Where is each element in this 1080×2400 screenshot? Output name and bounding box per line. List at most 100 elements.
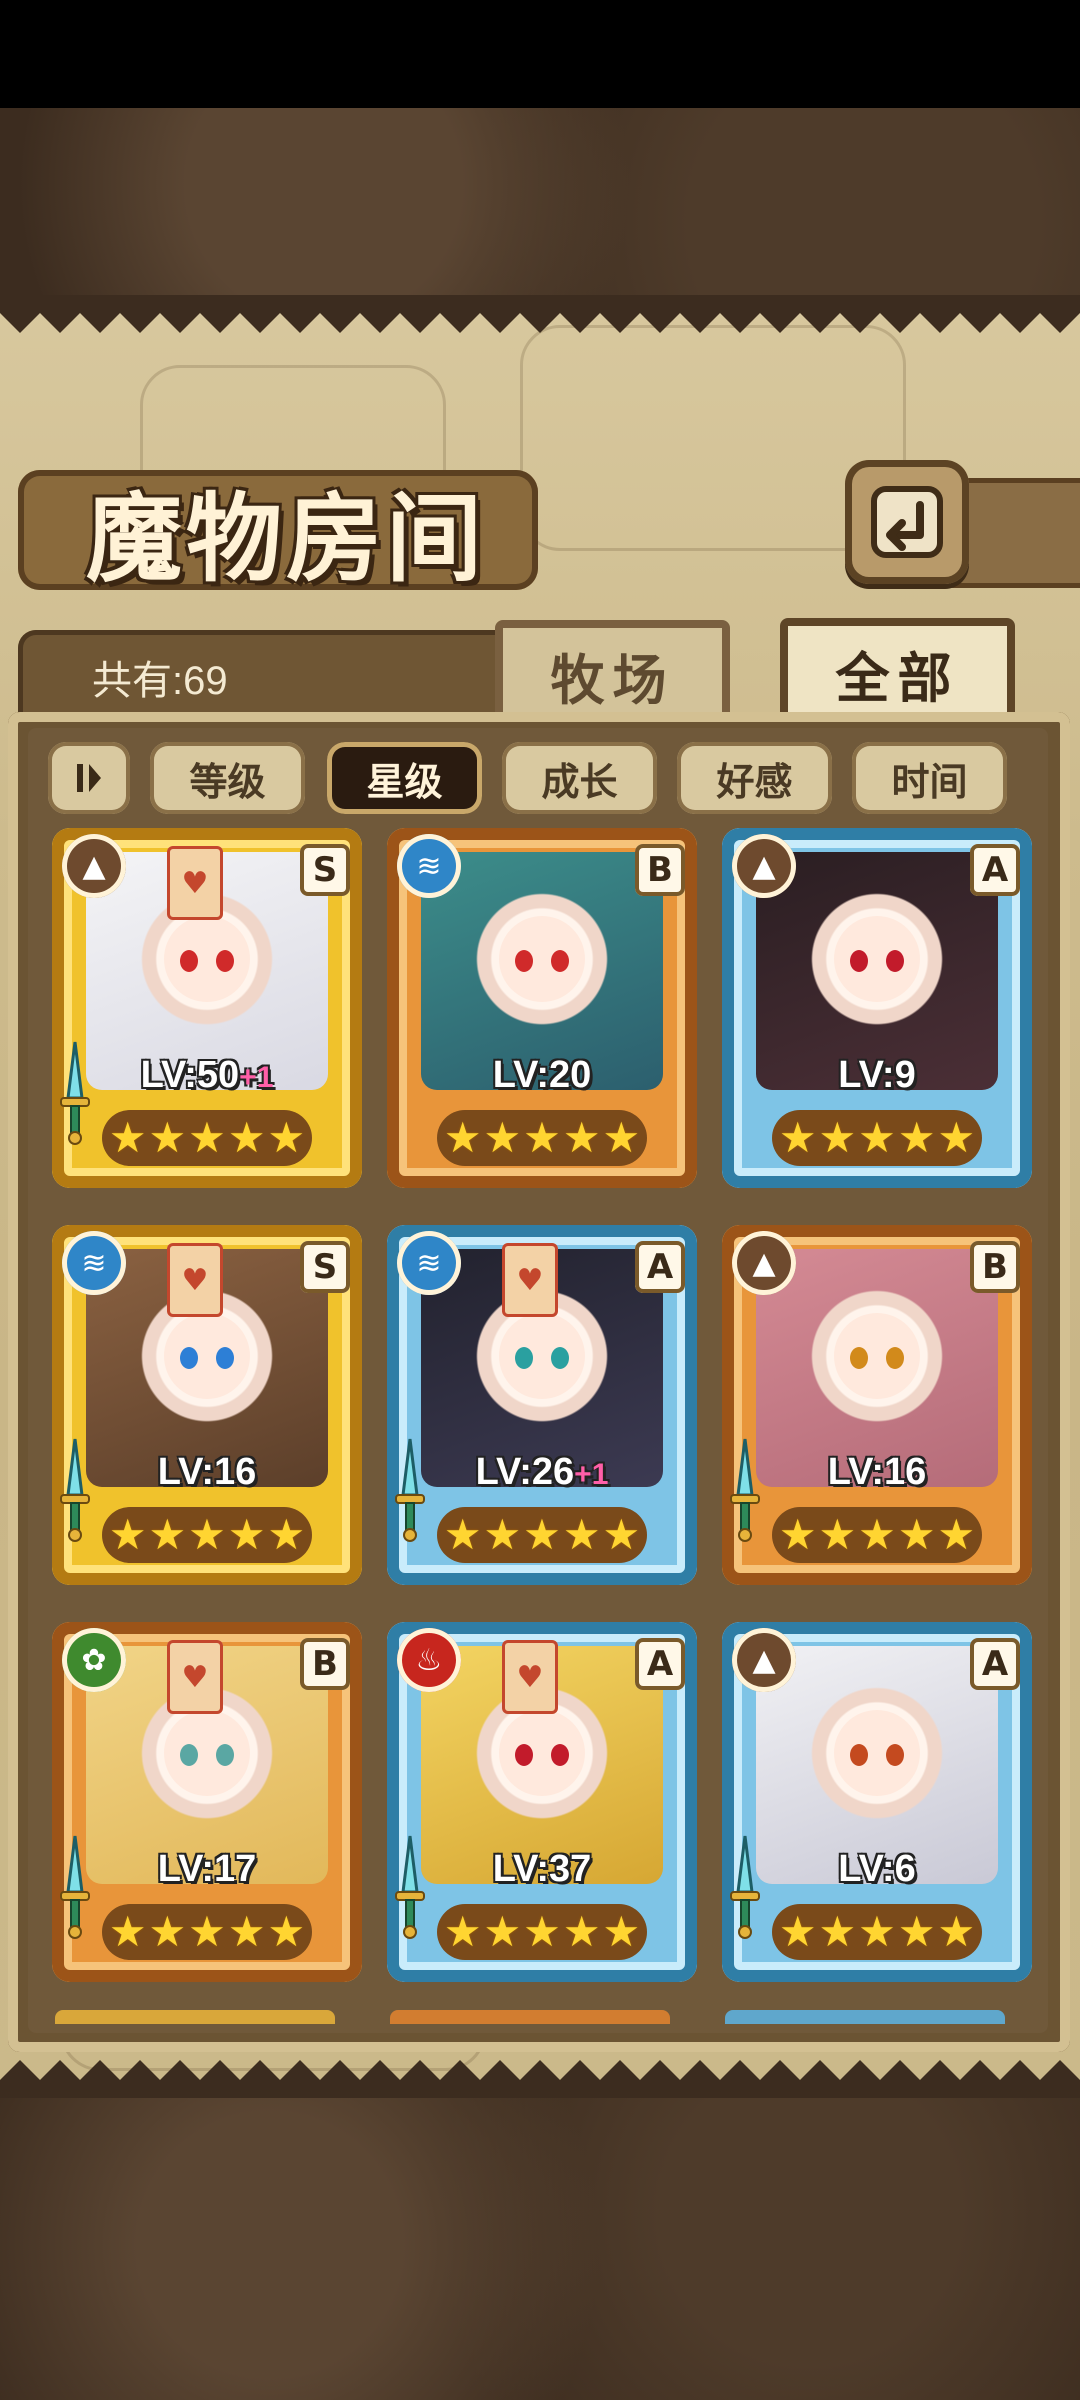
star-icon: ★ bbox=[562, 1510, 601, 1559]
star-icon: ★ bbox=[443, 1907, 482, 1956]
star-icon: ★ bbox=[483, 1907, 522, 1956]
star-icon: ★ bbox=[562, 1907, 601, 1956]
star-icon: ★ bbox=[818, 1907, 857, 1956]
star-icon: ★ bbox=[267, 1113, 306, 1162]
monster-face bbox=[499, 916, 585, 1002]
monster-card[interactable]: ♥ ≋ A LV:26+1 ★ ★ ★ ★ ★ bbox=[387, 1225, 697, 1585]
monster-eye bbox=[551, 1347, 569, 1369]
monster-card[interactable]: ≋ B LV:20 ★ ★ ★ ★ ★ bbox=[387, 828, 697, 1188]
water-element-icon: ≋ bbox=[397, 834, 461, 898]
star-icon: ★ bbox=[858, 1907, 896, 1956]
monster-face bbox=[834, 1710, 920, 1796]
filter-level[interactable]: 等级 bbox=[150, 742, 305, 814]
star-rating: ★ ★ ★ ★ ★ bbox=[437, 1904, 647, 1960]
level-bonus: +1 bbox=[239, 1061, 274, 1094]
star-icon: ★ bbox=[897, 1510, 936, 1559]
star-icon: ★ bbox=[937, 1113, 976, 1162]
star-icon: ★ bbox=[778, 1907, 817, 1956]
star-rating: ★ ★ ★ ★ ★ bbox=[102, 1904, 312, 1960]
sort-order-button[interactable] bbox=[48, 742, 130, 814]
seal-talisman-icon: ♥ bbox=[502, 1640, 558, 1714]
star-rating: ★ ★ ★ ★ ★ bbox=[437, 1507, 647, 1563]
monster-eye bbox=[850, 950, 868, 972]
water-element-icon: ≋ bbox=[62, 1231, 126, 1295]
star-rating: ★ ★ ★ ★ ★ bbox=[772, 1904, 982, 1960]
monster-level: LV:16 bbox=[827, 1451, 927, 1493]
monster-card[interactable]: ♥ ✿ B LV:17 ★ ★ ★ ★ ★ bbox=[52, 1622, 362, 1982]
monster-card[interactable]: ▲ A LV:9 ★ ★ ★ ★ ★ bbox=[722, 828, 1032, 1188]
star-rating: ★ ★ ★ ★ ★ bbox=[102, 1110, 312, 1166]
seal-talisman-icon: ♥ bbox=[167, 1243, 223, 1317]
monster-face bbox=[499, 1313, 585, 1399]
seal-talisman-icon: ♥ bbox=[502, 1243, 558, 1317]
monster-eye bbox=[850, 1744, 868, 1766]
monster-card[interactable]: ♥ ≋ S LV:16 ★ ★ ★ ★ ★ bbox=[52, 1225, 362, 1585]
rank-badge: A bbox=[970, 1638, 1020, 1690]
monster-eye bbox=[886, 1744, 904, 1766]
monster-level: LV:16 bbox=[157, 1451, 257, 1493]
star-icon: ★ bbox=[483, 1510, 522, 1559]
earth-element-icon: ▲ bbox=[732, 1231, 796, 1295]
star-icon: ★ bbox=[148, 1113, 187, 1162]
star-icon: ★ bbox=[937, 1510, 976, 1559]
monster-eye bbox=[551, 1744, 569, 1766]
earth-element-icon: ▲ bbox=[732, 834, 796, 898]
rank-badge: S bbox=[300, 844, 350, 896]
background-map-top bbox=[0, 108, 1080, 298]
status-bar bbox=[0, 0, 1080, 108]
monster-count: 共有:69 bbox=[92, 659, 228, 703]
monster-face bbox=[164, 916, 250, 1002]
star-icon: ★ bbox=[188, 1907, 226, 1956]
back-button[interactable] bbox=[845, 460, 969, 584]
monster-level: LV:17 bbox=[157, 1848, 257, 1890]
monster-eye bbox=[515, 950, 533, 972]
monster-eye bbox=[180, 1347, 198, 1369]
monster-face bbox=[164, 1710, 250, 1796]
star-icon: ★ bbox=[858, 1510, 896, 1559]
page-title: 魔物房间 bbox=[86, 482, 486, 595]
rank-badge: B bbox=[635, 844, 685, 896]
star-icon: ★ bbox=[227, 1510, 266, 1559]
monster-card[interactable]: ♥ ♨ A LV:37 ★ ★ ★ ★ ★ bbox=[387, 1622, 697, 1982]
rank-badge: B bbox=[300, 1638, 350, 1690]
star-icon: ★ bbox=[108, 1510, 147, 1559]
filter-affection[interactable]: 好感 bbox=[677, 742, 832, 814]
panel-top-edge bbox=[0, 295, 1080, 333]
monster-eye bbox=[515, 1347, 533, 1369]
card-peek bbox=[390, 2010, 670, 2024]
filter-growth[interactable]: 成长 bbox=[502, 742, 657, 814]
star-icon: ★ bbox=[227, 1113, 266, 1162]
monster-card[interactable]: ♥ ▲ S LV:50+1 ★ ★ ★ ★ ★ bbox=[52, 828, 362, 1188]
monster-card[interactable]: ▲ A LV:6 ★ ★ ★ ★ ★ bbox=[722, 1622, 1032, 1982]
monster-face bbox=[834, 1313, 920, 1399]
star-icon: ★ bbox=[227, 1907, 266, 1956]
star-icon: ★ bbox=[937, 1907, 976, 1956]
monster-eye bbox=[850, 1347, 868, 1369]
star-icon: ★ bbox=[267, 1510, 306, 1559]
star-icon: ★ bbox=[188, 1113, 226, 1162]
star-icon: ★ bbox=[818, 1510, 857, 1559]
fire-element-icon: ♨ bbox=[397, 1628, 461, 1692]
monster-face bbox=[499, 1710, 585, 1796]
monster-card[interactable]: ▲ B LV:16 ★ ★ ★ ★ ★ bbox=[722, 1225, 1032, 1585]
star-icon: ★ bbox=[778, 1113, 817, 1162]
star-icon: ★ bbox=[443, 1113, 482, 1162]
water-element-icon: ≋ bbox=[397, 1231, 461, 1295]
monster-eye bbox=[216, 1347, 234, 1369]
star-icon: ★ bbox=[267, 1907, 306, 1956]
monster-level: LV:20 bbox=[492, 1054, 592, 1096]
star-icon: ★ bbox=[108, 1113, 147, 1162]
monster-face bbox=[164, 1313, 250, 1399]
earth-element-icon: ▲ bbox=[732, 1628, 796, 1692]
card-peek bbox=[55, 2010, 335, 2024]
monster-eye bbox=[216, 950, 234, 972]
background-map-bottom bbox=[0, 2090, 1080, 2400]
filter-time[interactable]: 时间 bbox=[852, 742, 1007, 814]
star-icon: ★ bbox=[443, 1510, 482, 1559]
rank-badge: S bbox=[300, 1241, 350, 1293]
rank-badge: A bbox=[635, 1638, 685, 1690]
filter-star[interactable]: 星级 bbox=[327, 742, 482, 814]
seal-talisman-icon: ♥ bbox=[167, 846, 223, 920]
rank-badge: A bbox=[970, 844, 1020, 896]
star-icon: ★ bbox=[602, 1510, 641, 1559]
